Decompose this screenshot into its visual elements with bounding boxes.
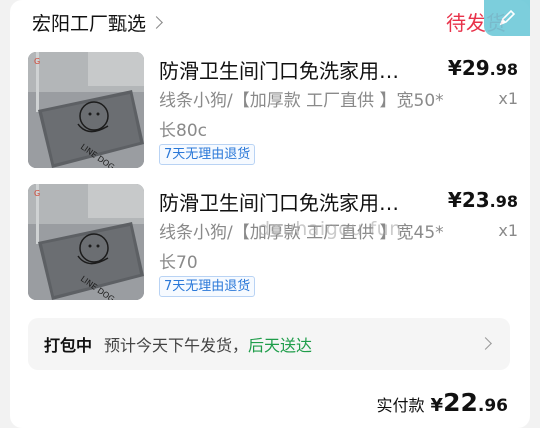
total-currency: ¥ bbox=[430, 395, 444, 416]
pen-tool-tab[interactable] bbox=[484, 0, 530, 36]
svg-text:G: G bbox=[34, 189, 40, 198]
product-title[interactable]: 防滑卫生间门口免洗家用… bbox=[159, 187, 429, 216]
price-integer: 29 bbox=[461, 56, 490, 80]
svg-text:G: G bbox=[34, 57, 40, 66]
return-policy-tag: 7天无理由退货 bbox=[159, 276, 256, 297]
price-decimal: .98 bbox=[489, 60, 518, 79]
total-integer: 22 bbox=[443, 388, 478, 417]
order-total: 实付款 ¥ 22 .96 bbox=[377, 388, 508, 417]
product-price: ¥23.98 bbox=[448, 188, 518, 212]
product-image[interactable]: LINE DOG G bbox=[28, 184, 144, 300]
chevron-right-icon bbox=[150, 15, 163, 29]
product-quantity: x1 bbox=[498, 89, 518, 108]
price-decimal: .98 bbox=[489, 192, 518, 211]
shipping-status-bar[interactable]: 打包中 预计今天下午发货， 后天送达 bbox=[28, 318, 510, 370]
product-price: ¥29.98 bbox=[448, 56, 518, 80]
total-decimal: .96 bbox=[477, 396, 508, 416]
order-card: 宏阳工厂甄选 待发货 LINE DOG G 防滑卫生间门口免洗家用… ¥29.9… bbox=[10, 0, 530, 428]
pen-icon bbox=[499, 9, 516, 26]
order-item[interactable]: LINE DOG G 防滑卫生间门口免洗家用… ¥29.98 线条小狗/【加厚款… bbox=[28, 52, 528, 180]
shop-name[interactable]: 宏阳工厂甄选 bbox=[32, 9, 146, 36]
chevron-right-icon bbox=[479, 337, 492, 350]
price-currency: ¥ bbox=[447, 188, 462, 212]
product-title[interactable]: 防滑卫生间门口免洗家用… bbox=[159, 55, 429, 84]
total-label: 实付款 bbox=[376, 396, 425, 415]
product-image[interactable]: LINE DOG G bbox=[28, 52, 144, 168]
shop-header[interactable]: 宏阳工厂甄选 bbox=[32, 6, 163, 38]
price-integer: 23 bbox=[461, 188, 490, 212]
product-spec: 线条小狗/【加厚款 工厂直供 】宽50*长80c bbox=[159, 91, 444, 141]
order-item[interactable]: LINE DOG G 防滑卫生间门口免洗家用… ¥23.98 线条小狗/【加厚款… bbox=[28, 184, 528, 312]
product-quantity: x1 bbox=[498, 221, 518, 240]
watermark: douhaigou.fun bbox=[258, 218, 402, 240]
return-policy-tag: 7天无理由退货 bbox=[159, 144, 256, 165]
shipping-note: 预计今天下午发货， bbox=[104, 336, 249, 355]
delivery-estimate: 后天送达 bbox=[248, 336, 313, 355]
shipping-label: 打包中 bbox=[44, 336, 93, 355]
price-currency: ¥ bbox=[447, 56, 462, 80]
